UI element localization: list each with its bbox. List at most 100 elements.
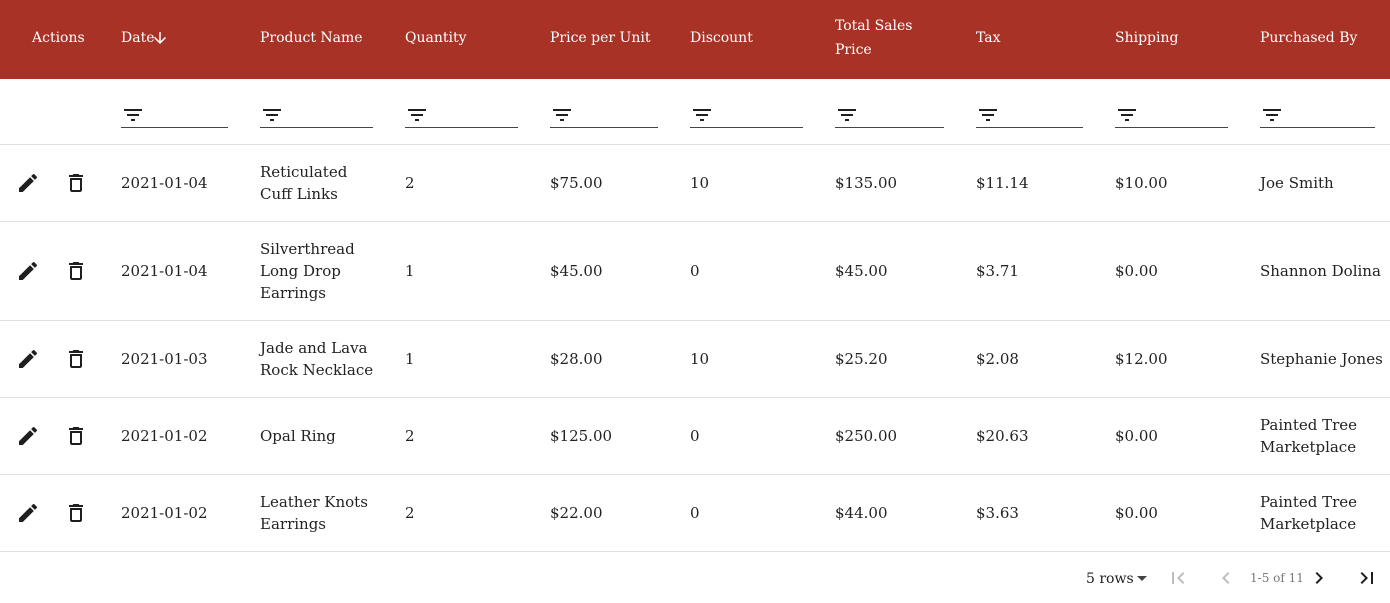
header-shipping[interactable]: Shipping — [1115, 26, 1178, 50]
table-header: Actions Date Product Name Quantity Price… — [0, 0, 1390, 79]
trash-icon — [69, 350, 83, 368]
cell-tax: $2.08 — [976, 350, 1019, 368]
filter-price-per-unit-input[interactable] — [550, 99, 658, 128]
header-product-name[interactable]: Product Name — [260, 26, 363, 50]
cell-price-per-unit: $22.00 — [550, 504, 603, 522]
arrow-down-icon — [154, 32, 166, 44]
cell-tax: $20.63 — [976, 427, 1029, 445]
cell-purchased-by: Stephanie Jones — [1260, 350, 1383, 368]
cell-purchased-by: Joe Smith — [1260, 174, 1334, 192]
pencil-icon — [19, 173, 38, 192]
table-row: 2021-01-03 Jade and Lava Rock Necklace 1… — [0, 321, 1390, 398]
edit-button[interactable] — [16, 347, 40, 371]
header-tax[interactable]: Tax — [976, 26, 1001, 50]
delete-button[interactable] — [64, 171, 88, 195]
cell-purchased-by: Painted Tree Marketplace — [1260, 493, 1358, 533]
filter-discount-input[interactable] — [690, 99, 803, 128]
cell-tax: $3.63 — [976, 504, 1019, 522]
cell-product-name: Leather Knots Earrings — [260, 493, 368, 533]
chevron-left-icon — [1222, 572, 1230, 584]
pencil-icon — [19, 261, 38, 280]
pencil-icon — [19, 349, 38, 368]
cell-date: 2021-01-02 — [121, 504, 208, 522]
filter-row — [0, 79, 1390, 145]
next-page-button[interactable] — [1307, 566, 1331, 590]
cell-date: 2021-01-03 — [121, 350, 208, 368]
filter-shipping-input[interactable] — [1115, 99, 1228, 128]
header-quantity[interactable]: Quantity — [405, 26, 467, 50]
edit-button[interactable] — [16, 171, 40, 195]
cell-price-per-unit: $75.00 — [550, 174, 603, 192]
header-discount[interactable]: Discount — [690, 26, 753, 50]
first-page-button[interactable] — [1166, 566, 1190, 590]
filter-icon — [124, 109, 142, 121]
trash-icon — [69, 504, 83, 522]
cell-price-per-unit: $45.00 — [550, 262, 603, 280]
cell-quantity: 2 — [405, 427, 415, 445]
filter-total-sales-price-input[interactable] — [835, 99, 944, 128]
delete-button[interactable] — [64, 259, 88, 283]
pagination-bar: 5 rows 1-5 of 11 — [0, 552, 1390, 603]
page-range: 1-5 of 11 — [1250, 571, 1304, 585]
header-price-per-unit[interactable]: Price per Unit — [550, 26, 650, 50]
cell-total-sales-price: $250.00 — [835, 427, 898, 445]
rows-per-page-select[interactable]: 5 rows — [1086, 566, 1147, 590]
filter-icon — [838, 109, 856, 121]
cell-price-per-unit: $125.00 — [550, 427, 613, 445]
cell-product-name: Silverthread Long Drop Earrings — [260, 240, 355, 302]
table-row: 2021-01-02 Opal Ring 2 $125.00 0 $250.00… — [0, 398, 1390, 475]
trash-icon — [69, 427, 83, 445]
cell-discount: 0 — [690, 262, 700, 280]
chevron-right-icon — [1315, 572, 1323, 584]
filter-product-name-input[interactable] — [260, 99, 373, 128]
last-page-icon — [1360, 572, 1373, 584]
filter-icon — [1263, 109, 1281, 121]
trash-icon — [69, 174, 83, 192]
cell-date: 2021-01-02 — [121, 427, 208, 445]
cell-shipping: $10.00 — [1115, 174, 1168, 192]
filter-purchased-by-input[interactable] — [1260, 99, 1375, 128]
rows-per-page-value: 5 rows — [1086, 571, 1134, 587]
cell-quantity: 1 — [405, 350, 415, 368]
cell-discount: 0 — [690, 504, 700, 522]
filter-icon — [408, 109, 426, 121]
cell-quantity: 1 — [405, 262, 415, 280]
edit-button[interactable] — [16, 259, 40, 283]
filter-date-input[interactable] — [121, 99, 228, 128]
cell-purchased-by: Painted Tree Marketplace — [1260, 416, 1358, 456]
delete-button[interactable] — [64, 347, 88, 371]
delete-button[interactable] — [64, 424, 88, 448]
filter-icon — [979, 109, 997, 121]
edit-button[interactable] — [16, 501, 40, 525]
header-total-sales-price[interactable]: Total Sales Price — [835, 14, 912, 62]
edit-button[interactable] — [16, 424, 40, 448]
filter-tax-input[interactable] — [976, 99, 1083, 128]
previous-page-button[interactable] — [1214, 566, 1238, 590]
header-purchased-by[interactable]: Purchased By — [1260, 26, 1357, 50]
cell-purchased-by: Shannon Dolina — [1260, 262, 1381, 280]
last-page-button[interactable] — [1355, 566, 1379, 590]
cell-product-name: Opal Ring — [260, 427, 336, 445]
cell-total-sales-price: $45.00 — [835, 262, 888, 280]
header-total-sales-price-line1: Total Sales — [835, 18, 913, 34]
cell-total-sales-price: $25.20 — [835, 350, 888, 368]
cell-shipping: $0.00 — [1115, 262, 1158, 280]
cell-discount: 10 — [690, 174, 710, 192]
cell-discount: 10 — [690, 350, 710, 368]
table-row: 2021-01-02 Leather Knots Earrings 2 $22.… — [0, 475, 1390, 552]
trash-icon — [69, 262, 83, 280]
table-row: 2021-01-04 Silverthread Long Drop Earrin… — [0, 222, 1390, 321]
table-row: 2021-01-04 Reticulated Cuff Links 2 $75.… — [0, 145, 1390, 222]
header-date[interactable]: Date — [121, 26, 166, 50]
filter-quantity-input[interactable] — [405, 99, 518, 128]
cell-quantity: 2 — [405, 504, 415, 522]
pencil-icon — [19, 426, 38, 445]
cell-product-name: Jade and Lava Rock Necklace — [260, 339, 374, 379]
cell-tax: $3.71 — [976, 262, 1019, 280]
cell-shipping: $12.00 — [1115, 350, 1168, 368]
first-page-icon — [1172, 572, 1185, 584]
cell-quantity: 2 — [405, 174, 415, 192]
delete-button[interactable] — [64, 501, 88, 525]
cell-discount: 0 — [690, 427, 700, 445]
filter-icon — [263, 109, 281, 121]
